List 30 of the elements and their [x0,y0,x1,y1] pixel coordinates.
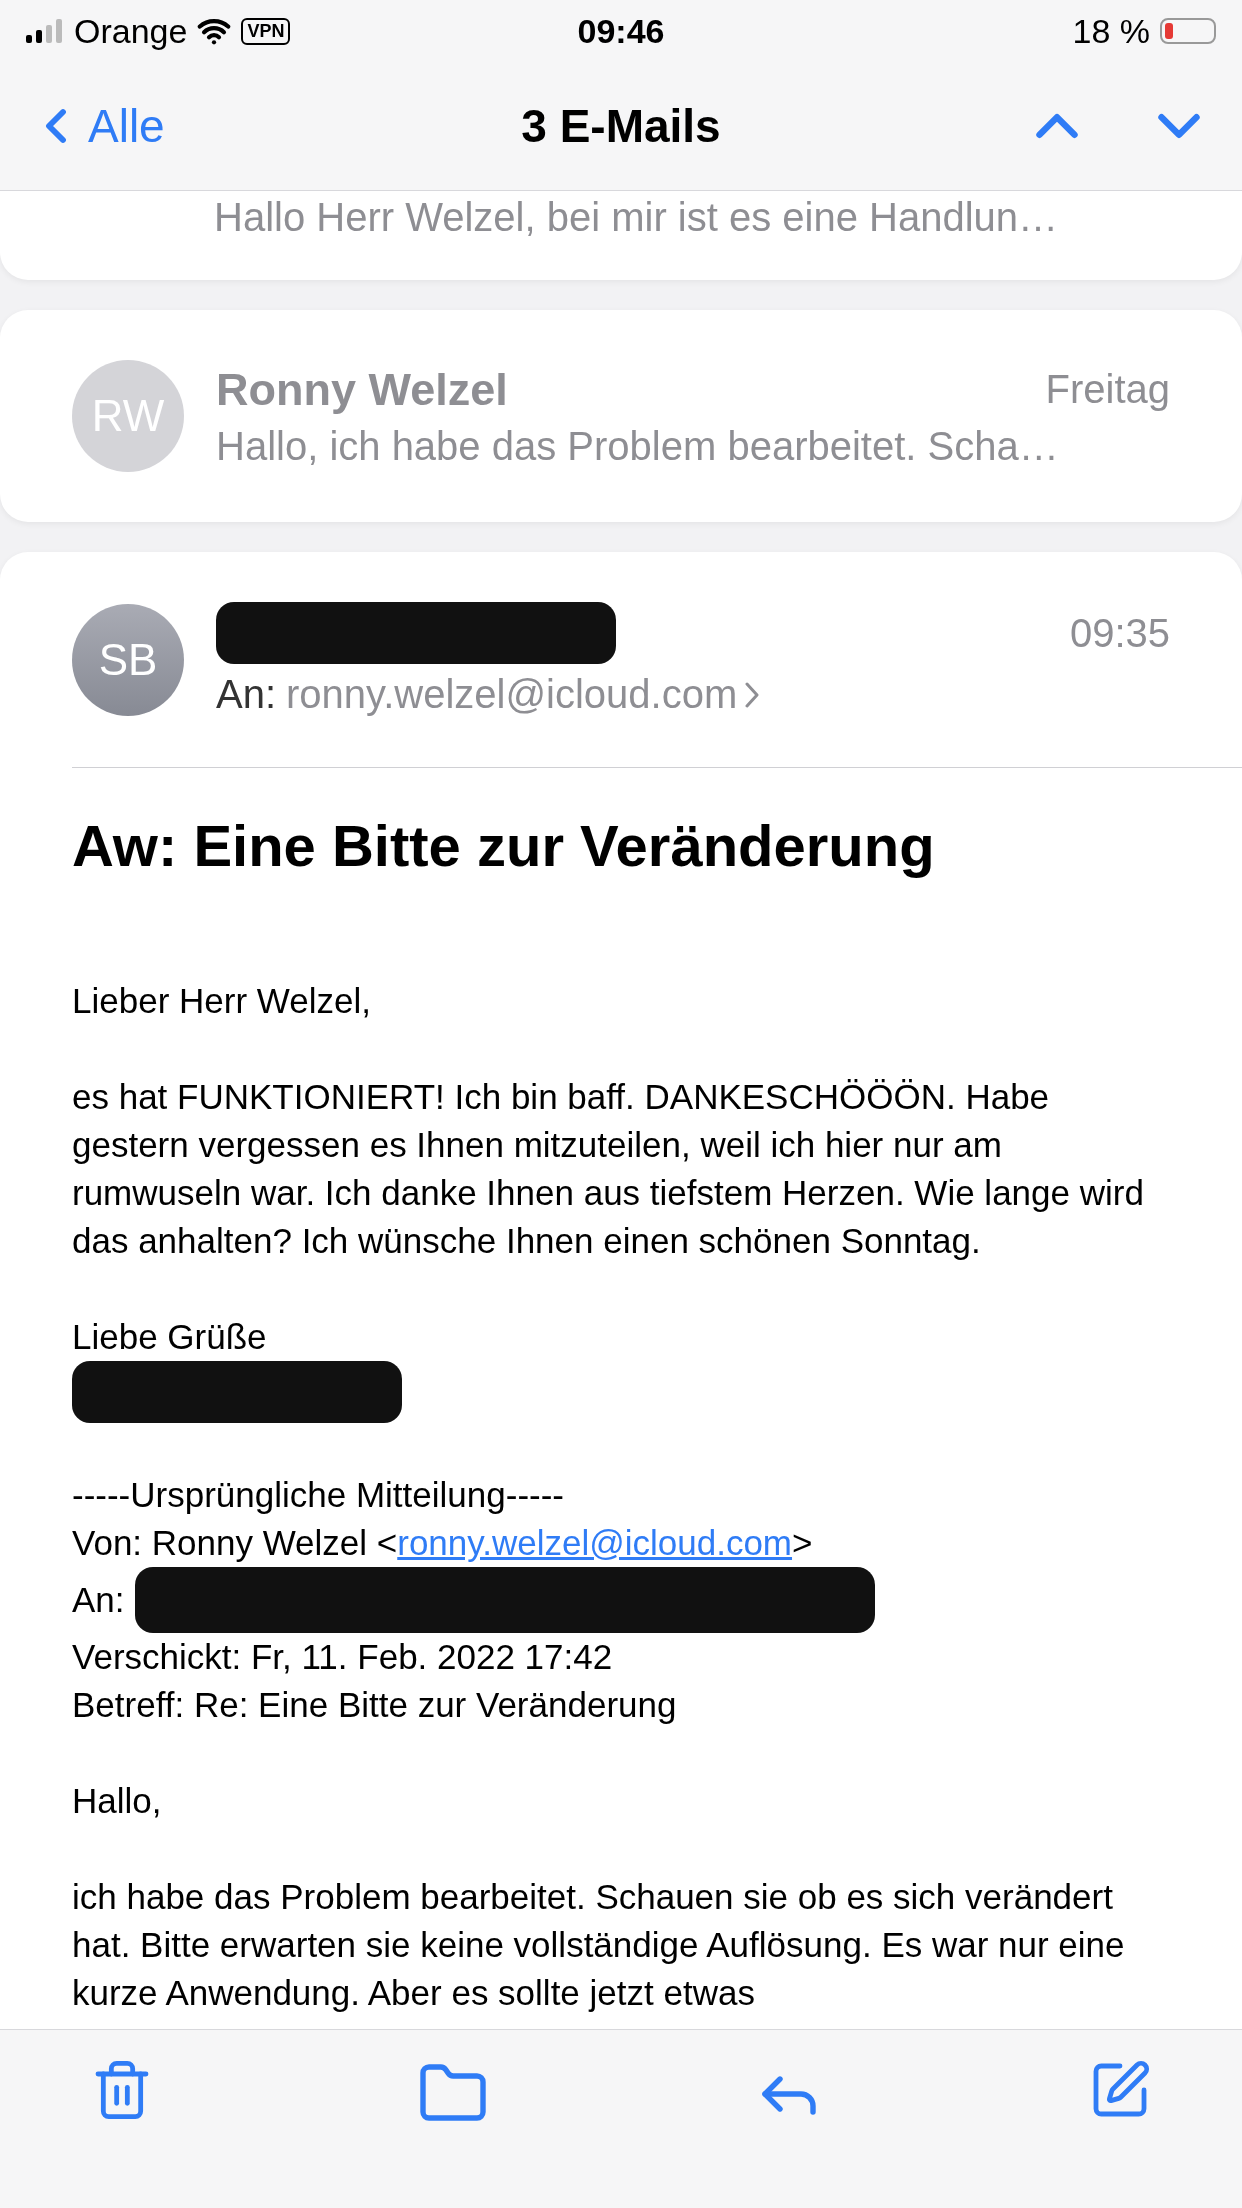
sender-name: Ronny Welzel [216,363,508,416]
battery-icon [1160,18,1216,44]
signal-icon [26,19,64,43]
clock-time: 09:46 [577,11,665,51]
body-text: Lieber Herr Welzel, [72,980,372,1022]
battery-percent: 18 % [1072,11,1150,51]
avatar: SB [72,603,184,716]
body-text: es hat FUNKTIONIERT! Ich bin baff. DANKESCHÖÖÖN. Habe gestern vergessen es Ihnen mitzuteilen, weil ich hier nur am rumwuseln war. Ich danke Ihnen aus tiefstem Herzen. Wie lange wird das anhalten? Ich wünsche Ihnen einen schönen Sonntag. [72,1076,1145,1262]
carrier-name: Orange [74,11,188,51]
message-date: Freitag [1045,367,1170,412]
message-preview: Hallo Herr Welzel, bei mir ist es eine Handlun… [214,195,1059,239]
header-line: Betreff: Re: Eine Bitte zur Veränderung [72,1684,677,1726]
message-preview: Hallo, ich habe das Problem bearbeitet. Scha… [216,423,1060,469]
back-link[interactable]: Alle [28,98,522,154]
chevron-right-icon [745,681,760,708]
header-line: An: [72,1579,125,1621]
message-card[interactable]: Hallo Herr Welzel, bei mir ist es eine Handlun… [0,191,1242,280]
vpn-badge: VPN [241,17,291,45]
recipient-label: An: [216,672,277,717]
body-text: Hallo, [72,1780,163,1822]
recipient-link[interactable]: ronny.welzel@icloud.com [286,672,760,717]
header-line: Von: Ronny Welzel <ronny.welzel@icloud.com> [72,1522,813,1564]
nav-title: 3 E-Mails [521,99,721,153]
message-time: 09:35 [1069,610,1170,656]
body-text: ich habe das Problem bearbeitet. Schauen sie ob es sich verändert hat. Bitte erwarten sie keine vollständige Auflösung. Es war nur eine kurze Anwendung. Aber es sollte jetzt etwas [72,1876,1126,2014]
message-subject: Aw: Eine Bitte zur Veränderung [72,812,936,879]
header-line: -----Ursprüngliche Mitteilung----- [72,1474,564,1516]
closing-text: Liebe Grüße [72,1316,268,1358]
email-link[interactable]: ronny.welzel@icloud.com [397,1523,792,1562]
header-line: Verschickt: Fr, 11. Feb. 2022 17:42 [72,1636,613,1678]
